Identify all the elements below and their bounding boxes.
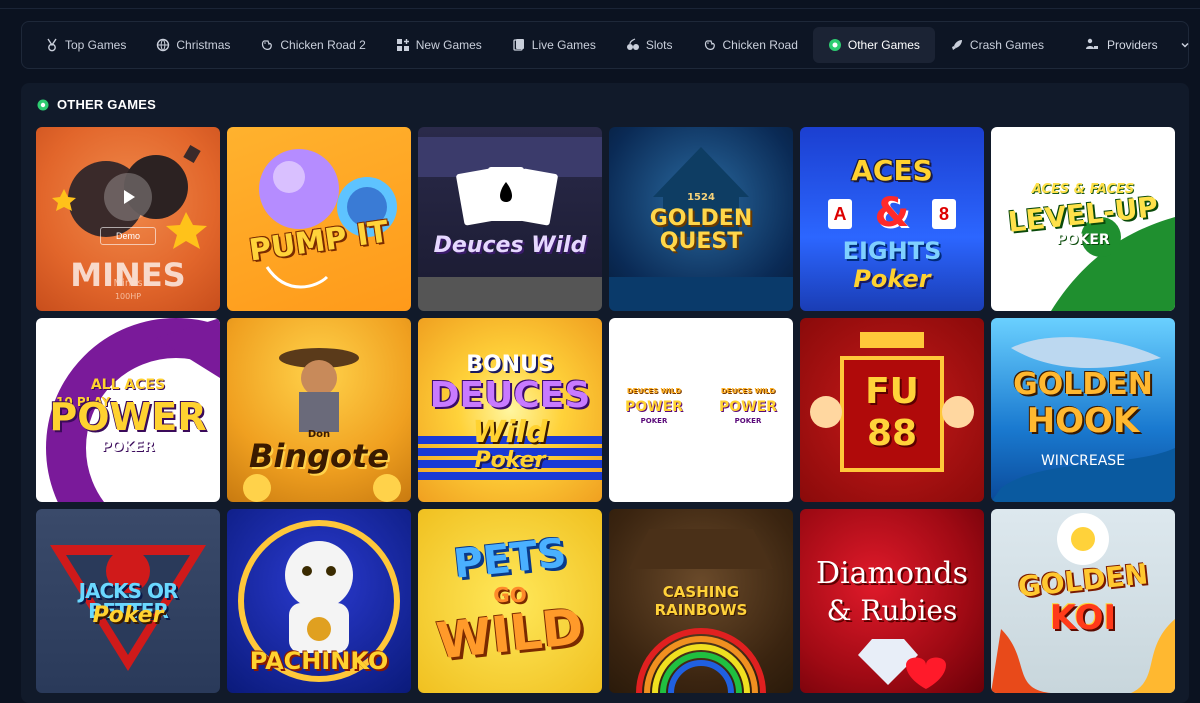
game-card-level-up-poker[interactable]: ACES & FACES LEVEL-UP POKER	[991, 127, 1175, 311]
game-card-fu-88[interactable]: FU 88	[800, 318, 984, 502]
game-card-bonus-deuces-wild[interactable]: BONUS DEUCES Wild Poker	[418, 318, 602, 502]
tab-chicken-road[interactable]: Chicken Road	[688, 27, 813, 63]
logo-right: DEUCES WILD POWER POKER	[713, 382, 783, 442]
chicken-icon	[260, 38, 274, 52]
game-card-jacks-or-better[interactable]: JACKS OR BETTER Poker	[36, 509, 220, 693]
game-title-line1: Diamonds	[816, 556, 968, 591]
game-title-line4: Poker	[853, 265, 931, 293]
game-title-line2: Bingote	[248, 437, 390, 475]
tab-label: Christmas	[176, 38, 231, 52]
game-title: Deuces Wild	[433, 233, 587, 258]
game-title-line1: ALL ACES	[90, 377, 166, 393]
game-title-line2: POWER	[719, 399, 777, 415]
tab-chicken-road-2[interactable]: Chicken Road 2	[245, 27, 380, 63]
game-title-line2: Poker	[92, 603, 164, 628]
tab-slots[interactable]: Slots	[611, 27, 688, 63]
game-title-line3: WILD	[433, 597, 587, 671]
game-year: 1524	[687, 192, 715, 203]
game-card-aces-eights[interactable]: ACES A 8 & EIGHTS Poker	[800, 127, 984, 311]
game-title-line3: POKER	[734, 417, 762, 425]
chevron-down-icon	[1180, 40, 1190, 50]
tab-label: Chicken Road	[722, 38, 798, 52]
tab-label: Crash Games	[969, 38, 1044, 52]
game-title-line1: DEUCES WILD	[626, 387, 682, 395]
game-title-line2: &	[874, 190, 910, 236]
game-title: GOLDEN QUEST	[649, 206, 753, 255]
demo-button[interactable]: Demo	[100, 227, 156, 245]
tab-top-games[interactable]: Top Games	[30, 27, 141, 63]
top-divider	[0, 8, 1200, 9]
game-title-line3: POKER	[1056, 232, 1110, 248]
game-card-golden-hook[interactable]: GOLDEN HOOK WINCREASE	[991, 318, 1175, 502]
game-title-line2: KOI	[1049, 598, 1117, 638]
tab-other-games[interactable]: Other Games	[812, 27, 935, 63]
game-card-cashing-rainbows[interactable]: CASHING RAINBOWS	[609, 509, 793, 693]
providers-icon	[1085, 37, 1099, 54]
play-button[interactable]	[104, 173, 152, 221]
game-title-line2: 88	[866, 413, 918, 454]
game-meta-label: 100HP	[114, 292, 142, 301]
game-title-line2: HOOK	[1026, 401, 1140, 441]
game-title-line4: POKER	[101, 439, 155, 455]
tab-label: Chicken Road 2	[280, 38, 366, 52]
game-card-mines[interactable]: Demo MINES Mines 100HP	[36, 127, 220, 311]
tab-label: Other Games	[847, 38, 920, 52]
section-title: OTHER GAMES	[57, 97, 156, 112]
top-games-icon	[45, 38, 59, 52]
game-title-line3: POWER	[49, 395, 207, 439]
game-card-all-aces-power-poker[interactable]: ALL ACES 10 PLAY POWER POKER	[36, 318, 220, 502]
slots-icon	[626, 38, 640, 52]
tab-christmas[interactable]: Christmas	[141, 27, 245, 63]
tab-label: Live Games	[531, 38, 596, 52]
game-title-line3: POKER	[640, 417, 668, 425]
game-title-line3: Wild	[472, 415, 548, 450]
game-title-line2: DEUCES	[429, 375, 591, 416]
game-name-label: Mines	[113, 278, 143, 289]
chicken-icon	[703, 38, 717, 52]
game-title-line2: & Rubies	[826, 594, 958, 627]
game-title-line4: Poker	[474, 448, 546, 473]
game-card-golden-quest[interactable]: 1524 GOLDEN QUEST	[609, 127, 793, 311]
tab-label: Slots	[645, 38, 673, 52]
game-title-line1: DEUCES WILD	[720, 387, 776, 395]
new-games-icon	[396, 38, 410, 52]
tab-crash-games[interactable]: Crash Games	[935, 27, 1059, 63]
tab-label: Top Games	[65, 38, 127, 52]
live-games-icon	[512, 38, 526, 52]
cards-art	[418, 137, 602, 311]
providers-label: Providers	[1106, 38, 1158, 52]
game-card-don-bingote[interactable]: Don Bingote	[227, 318, 411, 502]
other-games-icon	[828, 38, 842, 52]
game-title-line3: WINCREASE	[1040, 453, 1126, 469]
game-title: CASHING RAINBOWS	[654, 583, 748, 619]
other-games-panel: OTHER GAMES Demo MINES Mines 100HP PUMP …	[21, 83, 1189, 703]
game-title-line2: POWER	[625, 399, 683, 415]
logo-left: DEUCES WILD POWER POKER	[619, 382, 689, 442]
game-title: PACHINKO	[249, 647, 389, 675]
game-card-pets-go-wild[interactable]: PETS GO WILD	[418, 509, 602, 693]
tab-label: New Games	[415, 38, 482, 52]
providers-dropdown[interactable]: Providers	[1071, 27, 1200, 63]
game-card-deuces-wild-power-poker[interactable]: DEUCES WILD POWER POKER DEUCES WILD POWE…	[609, 318, 793, 502]
game-card-pump-it[interactable]: PUMP IT	[227, 127, 411, 311]
games-grid: Demo MINES Mines 100HP PUMP IT Deuces Wi…	[36, 127, 1175, 693]
game-card-diamonds-rubies[interactable]: Diamonds & Rubies	[800, 509, 984, 693]
category-tabs: Top Games Christmas Chicken Road 2 New G…	[21, 21, 1189, 69]
game-title-line1: BONUS	[466, 352, 554, 377]
tab-live-games[interactable]: Live Games	[497, 27, 611, 63]
game-card-pachinko[interactable]: PACHINKO	[227, 509, 411, 693]
game-title-line3: EIGHTS	[842, 237, 942, 265]
game-title-line1: GOLDEN	[1013, 367, 1153, 402]
game-title-line1: ACES	[851, 154, 933, 187]
tab-new-games[interactable]: New Games	[381, 27, 497, 63]
globe-icon	[156, 38, 170, 52]
game-title-line1: FU	[865, 371, 919, 412]
rocket-icon	[950, 38, 964, 52]
section-heading: OTHER GAMES	[37, 97, 156, 112]
game-title-line1: PETS	[451, 530, 569, 588]
other-games-icon	[37, 99, 49, 111]
game-card-deuces-wild[interactable]: Deuces Wild	[418, 127, 602, 311]
game-card-golden-koi[interactable]: GOLDEN KOI	[991, 509, 1175, 693]
